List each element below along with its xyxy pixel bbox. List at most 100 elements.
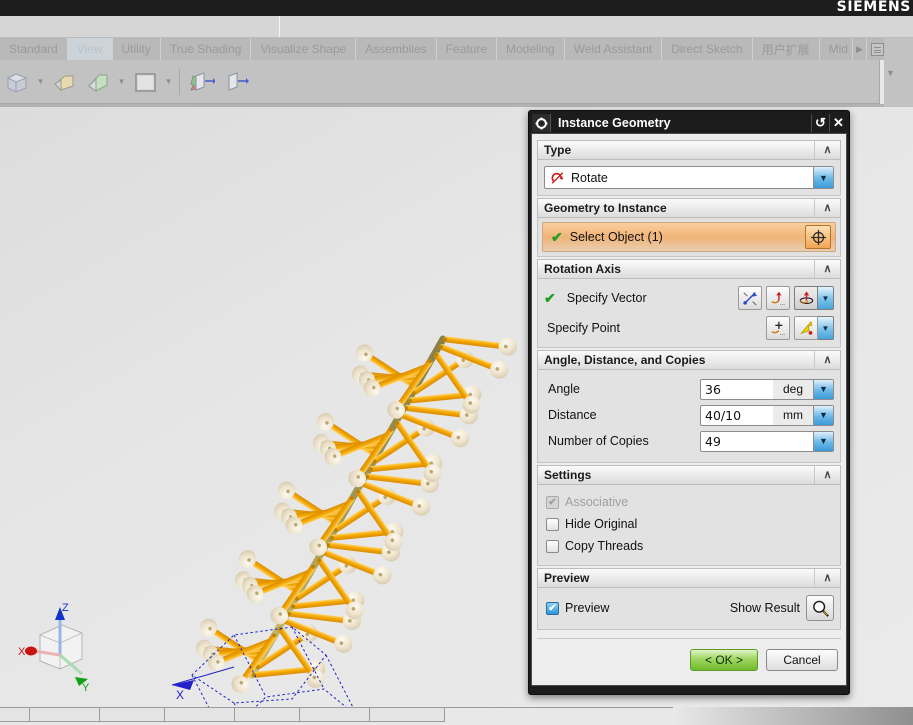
vector-constructor-icon[interactable]: ... xyxy=(766,286,790,310)
copy-threads-row[interactable]: Copy Threads xyxy=(546,535,832,557)
tab-scroll-right-icon[interactable]: ▶ xyxy=(852,38,867,60)
tab-middle[interactable]: Mid xyxy=(819,38,853,60)
status-cell[interactable] xyxy=(235,708,300,722)
background-color-dropdown-icon[interactable]: ▼ xyxy=(162,66,175,98)
shaded-view-dropdown-icon[interactable]: ▼ xyxy=(34,66,47,98)
section-header-settings[interactable]: Settings ∧ xyxy=(537,465,841,485)
chevron-up-icon[interactable]: ∧ xyxy=(814,141,840,159)
ok-button[interactable]: < OK > xyxy=(690,649,758,671)
point-dialog-split-button[interactable]: ▼ xyxy=(794,316,834,340)
select-object-row[interactable]: ✔ Select Object (1) xyxy=(542,222,836,252)
status-cell[interactable] xyxy=(165,708,235,722)
angle-stepper-icon[interactable]: ▼ xyxy=(813,379,833,399)
point-dialog-icon[interactable] xyxy=(794,316,818,340)
tab-direct-sketch[interactable]: Direct Sketch xyxy=(662,38,753,60)
specify-vector-row[interactable]: ✔ Specify Vector ... ▼ xyxy=(544,283,834,313)
partially-shaded-icon[interactable] xyxy=(81,66,115,98)
section-header-geometry-to-instance[interactable]: Geometry to Instance ∧ xyxy=(537,198,841,218)
chevron-down-icon[interactable]: ▼ xyxy=(818,286,834,310)
dialog-title-bar[interactable]: Instance Geometry ↺ ✕ xyxy=(531,113,847,133)
application-window: SIEMENS Standard View Utility True Shadi… xyxy=(0,0,913,725)
section-body-preview: ✔ Preview Show Result xyxy=(537,588,841,630)
tab-user-extensions[interactable]: 用户扩展 xyxy=(752,38,820,60)
point-constructor-icon[interactable]: ... xyxy=(766,316,790,340)
copy-threads-label: Copy Threads xyxy=(565,539,644,553)
distance-stepper-icon[interactable]: ▼ xyxy=(813,405,833,425)
chevron-down-icon[interactable]: ▼ xyxy=(813,167,833,188)
section-header-angle-distance-copies[interactable]: Angle, Distance, and Copies ∧ xyxy=(537,350,841,370)
reset-icon[interactable]: ↺ xyxy=(811,114,829,132)
section-title-type: Type xyxy=(544,143,572,157)
section-header-rotation-axis[interactable]: Rotation Axis ∧ xyxy=(537,259,841,279)
vector-dialog-icon[interactable] xyxy=(794,286,818,310)
section-header-type[interactable]: Type ∧ xyxy=(537,140,841,160)
angle-input[interactable]: 36 xyxy=(701,382,773,397)
menu-strip[interactable] xyxy=(0,16,913,38)
number-of-copies-stepper-icon[interactable]: ▼ xyxy=(813,431,833,451)
chevron-up-icon[interactable]: ∧ xyxy=(814,351,840,369)
tab-assemblies[interactable]: Assemblies xyxy=(356,38,437,60)
status-cell[interactable] xyxy=(370,708,445,722)
number-of-copies-input[interactable]: 49 xyxy=(701,434,773,449)
status-cell[interactable] xyxy=(30,708,100,722)
hide-original-row[interactable]: Hide Original xyxy=(546,513,832,535)
inferred-vector-icon[interactable] xyxy=(738,286,762,310)
edit-section-icon[interactable] xyxy=(218,66,252,98)
dialog-action-bar: < OK > Cancel xyxy=(537,638,841,671)
distance-unit[interactable]: mm xyxy=(773,405,813,425)
distance-input[interactable]: 40/10 xyxy=(701,408,773,423)
svg-text:...: ... xyxy=(780,300,785,306)
tab-modeling[interactable]: Modeling xyxy=(497,38,565,60)
tab-standard[interactable]: Standard xyxy=(0,38,68,60)
section-title-rotation-axis: Rotation Axis xyxy=(544,262,621,276)
cancel-button[interactable]: Cancel xyxy=(766,649,838,671)
number-of-copies-field[interactable]: 49 ▼ xyxy=(700,430,834,452)
section-header-preview[interactable]: Preview ∧ xyxy=(537,568,841,588)
chevron-up-icon[interactable]: ∧ xyxy=(814,199,840,217)
status-cell[interactable] xyxy=(100,708,165,722)
chevron-up-icon[interactable]: ∧ xyxy=(814,260,840,278)
associative-checkbox: ✔ xyxy=(546,495,559,509)
tab-weld-assistant[interactable]: Weld Assistant xyxy=(564,38,663,60)
status-cell[interactable] xyxy=(300,708,370,722)
dialog-body: Type ∧ Rotate ▼ Geometry to Instance ∧ ✔… xyxy=(531,133,847,686)
clip-section-icon[interactable] xyxy=(184,66,218,98)
chevron-down-icon[interactable]: ▼ xyxy=(818,316,834,340)
vector-dialog-split-button[interactable]: ▼ xyxy=(794,286,834,310)
chevron-up-icon[interactable]: ∧ xyxy=(814,569,840,587)
dialog-title: Instance Geometry xyxy=(558,116,671,130)
toolbar-right-filler: ▼ xyxy=(884,38,913,107)
specify-point-row[interactable]: Specify Point ... ▼ xyxy=(544,313,834,343)
tab-view[interactable]: View xyxy=(67,38,113,60)
tab-utility[interactable]: Utility xyxy=(112,38,161,60)
toolbar-expand-icon[interactable]: ▼ xyxy=(886,68,895,78)
background-color-icon[interactable] xyxy=(128,66,162,98)
preview-checkbox[interactable]: ✔ xyxy=(546,601,559,615)
more-commands-icon xyxy=(871,42,885,56)
tab-visualize-shape[interactable]: Visualize Shape xyxy=(251,38,357,60)
instance-geometry-dialog[interactable]: Instance Geometry ↺ ✕ Type ∧ Rotate ▼ Ge… xyxy=(528,110,850,695)
angle-unit[interactable]: deg xyxy=(773,379,813,399)
copy-threads-checkbox[interactable] xyxy=(546,539,559,553)
angle-field[interactable]: 36 deg ▼ xyxy=(700,378,834,400)
tab-feature[interactable]: Feature xyxy=(436,38,498,60)
close-icon[interactable]: ✕ xyxy=(829,114,847,132)
gear-icon[interactable] xyxy=(532,114,551,132)
status-resize-grip[interactable] xyxy=(673,707,913,725)
tab-true-shading[interactable]: True Shading xyxy=(160,38,252,60)
ribbon-tab-bar[interactable]: Standard View Utility True Shading Visua… xyxy=(0,38,913,60)
preview-label: Preview xyxy=(565,601,610,615)
coordinate-triad[interactable]: Z Y X xyxy=(18,602,90,694)
magnifier-icon[interactable] xyxy=(806,595,834,621)
chevron-up-icon[interactable]: ∧ xyxy=(814,466,840,484)
type-combo[interactable]: Rotate ▼ xyxy=(544,166,834,189)
view-toolbar[interactable]: ▼ ▼ ▼ xyxy=(0,60,880,104)
angle-row: Angle 36 deg ▼ xyxy=(544,376,834,402)
select-object-target-icon[interactable] xyxy=(805,225,831,249)
hide-original-checkbox[interactable] xyxy=(546,517,559,531)
shaded-view-icon[interactable] xyxy=(0,66,34,98)
partially-shaded-dropdown-icon[interactable]: ▼ xyxy=(115,66,128,98)
distance-field[interactable]: 40/10 mm ▼ xyxy=(700,404,834,426)
shaded-with-edges-icon[interactable] xyxy=(47,66,81,98)
status-cell[interactable] xyxy=(0,708,30,722)
